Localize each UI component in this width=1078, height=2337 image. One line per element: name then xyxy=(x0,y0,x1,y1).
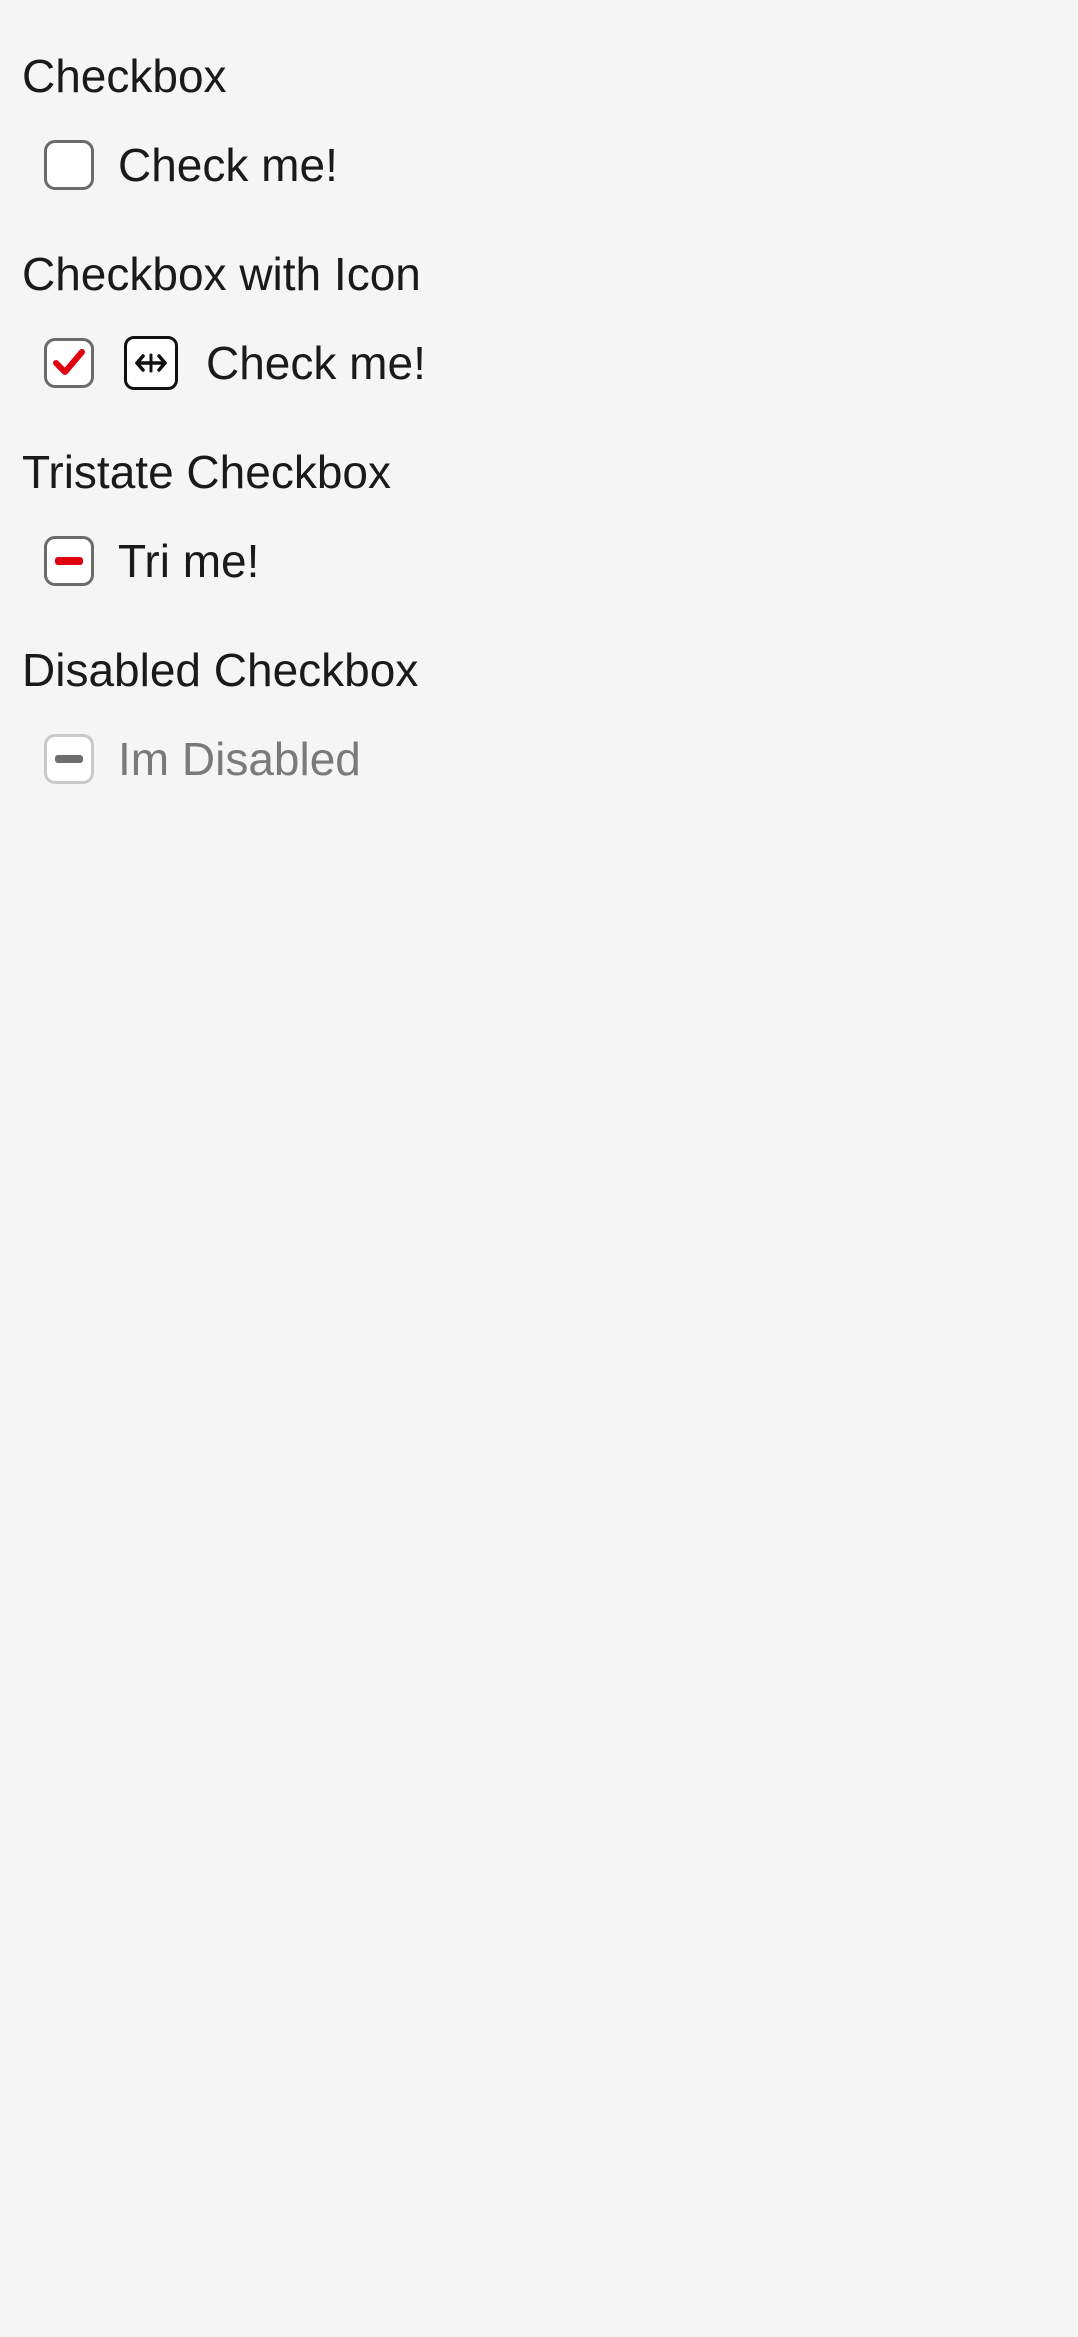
section-title-disabled-checkbox: Disabled Checkbox xyxy=(22,644,419,696)
section-title-checkbox-with-icon: Checkbox with Icon xyxy=(22,248,421,300)
checkbox-label: Check me! xyxy=(118,139,338,191)
checkbox-checked[interactable] xyxy=(44,338,94,388)
disabled-checkbox-label: Im Disabled xyxy=(118,733,361,785)
checkbox-disabled xyxy=(44,734,94,784)
section-title-tristate-checkbox: Tristate Checkbox xyxy=(22,446,391,498)
checkmark-icon xyxy=(53,349,85,375)
tristate-checkbox-label: Tri me! xyxy=(118,535,260,587)
section-title-checkbox: Checkbox xyxy=(22,50,227,102)
checkbox-with-icon-row[interactable]: Check me! xyxy=(44,335,426,391)
checkbox-row[interactable]: Check me! xyxy=(44,137,338,193)
minus-icon xyxy=(55,755,83,763)
checkbox-indeterminate[interactable] xyxy=(44,536,94,586)
minus-icon xyxy=(55,557,83,565)
tristate-checkbox-row[interactable]: Tri me! xyxy=(44,533,259,589)
arrows-left-right-icon xyxy=(124,336,178,390)
checkbox-unchecked[interactable] xyxy=(44,140,94,190)
disabled-checkbox-row: Im Disabled xyxy=(44,731,361,787)
checkbox-with-icon-label: Check me! xyxy=(206,337,426,389)
